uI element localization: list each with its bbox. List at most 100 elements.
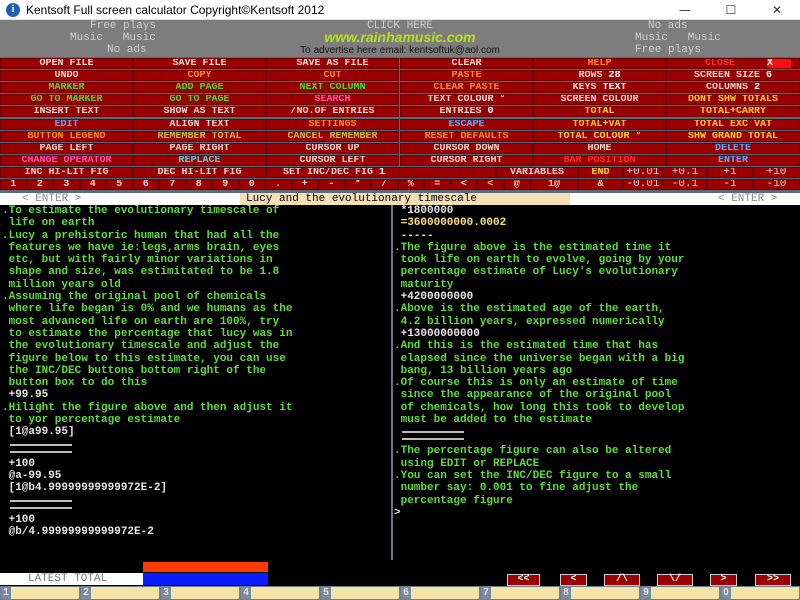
decrement-1-button[interactable]: -1 [707, 179, 753, 190]
number-entry[interactable]: @b/4.99999999999972E-2 [2, 526, 390, 538]
button-home[interactable]: HOME [533, 142, 666, 154]
button-total-exc-vat[interactable]: TOTAL EXC VAT [666, 118, 800, 130]
button-remember-total[interactable]: REMEMBER TOTAL [133, 130, 266, 142]
button-delete[interactable]: DELETE [666, 142, 800, 154]
page-tab-number[interactable]: 3 [161, 587, 171, 599]
page-tab-number[interactable]: 6 [401, 587, 411, 599]
increment-10-button[interactable]: +10 [753, 166, 800, 178]
button-help[interactable]: HELP [533, 58, 666, 69]
button-cursor-up[interactable]: CURSOR UP [266, 142, 399, 154]
button-show-as-text[interactable]: SHOW AS TEXT [133, 106, 266, 118]
button-columns[interactable]: COLUMNS 2 [666, 82, 800, 94]
key-equals[interactable]: = [424, 179, 451, 190]
button-next-column[interactable]: NEXT COLUMN [266, 82, 399, 94]
key-4[interactable]: 4 [79, 179, 106, 190]
advert-banner[interactable]: Free plays Music Music No ads CLICK HERE… [0, 20, 800, 57]
key-8[interactable]: 8 [185, 179, 212, 190]
button-clear-paste[interactable]: CLEAR PASTE [400, 82, 533, 94]
button-keys[interactable]: KEYS TEXT [533, 82, 666, 94]
button-escape[interactable]: ESCAPE [400, 118, 533, 130]
button-align-text[interactable]: ALIGN TEXT [133, 118, 266, 130]
decrement-10-button[interactable]: -10 [753, 179, 800, 190]
key-plus[interactable]: + [291, 179, 318, 190]
number-entry[interactable]: =3600000000.0002 [394, 217, 798, 229]
button-copy[interactable]: COPY [133, 70, 266, 82]
key-3[interactable]: 3 [53, 179, 80, 190]
number-entry[interactable]: [1@a99.95] [2, 426, 390, 438]
page-tab-2[interactable] [91, 587, 159, 599]
close-x-icon[interactable]: X [767, 59, 791, 68]
key-at[interactable]: @ [503, 179, 530, 190]
button-undo[interactable]: UNDO [0, 70, 133, 82]
page-tab-6[interactable] [411, 587, 479, 599]
button-rows[interactable]: ROWS 28 [533, 70, 666, 82]
button-cut[interactable]: CUT [266, 70, 399, 82]
enter-left-button[interactable]: < ENTER > [22, 193, 81, 205]
key-percent[interactable]: % [397, 179, 424, 190]
enter-right-button[interactable]: < ENTER > [718, 193, 777, 205]
button-marker[interactable]: MARKER [0, 82, 133, 94]
page-tab-1[interactable] [11, 587, 79, 599]
button-total-colour[interactable]: TOTAL COLOUR ° [533, 130, 666, 142]
number-entry[interactable]: ----- [394, 230, 798, 242]
button-reset-defaults[interactable]: RESET DEFAULTS [400, 130, 533, 142]
decrement-01-button[interactable]: -0.1 [663, 179, 707, 190]
page-tab-number[interactable]: 7 [481, 587, 491, 599]
key-decimal[interactable]: . [265, 179, 292, 190]
number-entry[interactable]: +99.95 [2, 389, 390, 401]
button-total[interactable]: TOTAL [533, 106, 666, 118]
page-tab-number[interactable]: 5 [321, 587, 331, 599]
key-divide[interactable]: / [371, 179, 398, 190]
button-total-carry[interactable]: TOTAL+CARRY [666, 106, 800, 118]
page-tab-5[interactable] [331, 587, 399, 599]
page-tab-number[interactable]: 9 [641, 587, 651, 599]
page-tab-8[interactable] [571, 587, 639, 599]
key-multiply[interactable]: * [344, 179, 371, 190]
number-entry[interactable]: @a-99.95 [2, 470, 390, 482]
key-1[interactable]: 1 [0, 179, 27, 190]
dec-hilit-fig-button[interactable]: DEC HI-LIT FIG [133, 166, 266, 178]
maximize-button[interactable]: ☐ [708, 0, 754, 20]
key-ampersand[interactable]: & [578, 179, 623, 190]
button-insert-text[interactable]: INSERT TEXT [0, 106, 133, 118]
number-entry[interactable]: *1800000 [394, 205, 798, 217]
button-search[interactable]: SEARCH [266, 94, 399, 106]
key-minus[interactable]: - [318, 179, 345, 190]
button-add-page[interactable]: ADD PAGE [133, 82, 266, 94]
next-page-button[interactable]: > [710, 574, 737, 586]
button-replace[interactable]: REPLACE [133, 154, 266, 166]
ad-url-link[interactable]: www.rainhamusic.com [250, 29, 550, 45]
key-less-than[interactable]: < [450, 179, 477, 190]
scroll-down-button[interactable]: \/ [657, 574, 693, 586]
button-save-file[interactable]: SAVE FILE [133, 58, 266, 69]
last-page-button[interactable]: >> [755, 574, 791, 586]
page-tab-7[interactable] [491, 587, 559, 599]
button-screen-size[interactable]: SCREEN SIZE 6 [666, 70, 800, 82]
button-text-colour[interactable]: TEXT COLOUR ° [400, 94, 533, 106]
right-column-pane[interactable]: *1800000 =3600000000.0002 ----- .The figu… [394, 205, 798, 560]
button-cancel-remember[interactable]: CANCEL REMEMBER [266, 130, 399, 142]
button-page-right[interactable]: PAGE RIGHT [133, 142, 266, 154]
button-close[interactable]: CLOSE X [666, 58, 800, 69]
minimize-button[interactable]: — [662, 0, 708, 20]
number-entry[interactable]: [1@b4.99999999999972E-2] [2, 482, 390, 494]
set-inc-dec-fig-button[interactable]: SET INC/DEC FIG 1 [266, 166, 496, 178]
button-enter[interactable]: ENTER [666, 154, 800, 166]
button-edit[interactable]: EDIT [0, 118, 133, 130]
page-tab-0[interactable] [731, 587, 799, 599]
button-clear[interactable]: CLEAR [400, 58, 533, 69]
button-settings[interactable]: SETTINGS [266, 118, 399, 130]
increment-001-button[interactable]: +0.01 [623, 166, 663, 178]
increment-01-button[interactable]: +0.1 [663, 166, 707, 178]
key-less-than-yellow[interactable]: < [477, 179, 504, 190]
key-2[interactable]: 2 [26, 179, 53, 190]
button-button-legend[interactable]: BUTTON LEGEND [0, 130, 133, 142]
number-entry[interactable]: +4200000000 [394, 291, 798, 303]
page-tab-3[interactable] [171, 587, 239, 599]
button-paste[interactable]: PASTE [400, 70, 533, 82]
button-entries[interactable]: ENTRIES 0 [400, 106, 533, 118]
page-tab-number[interactable]: 4 [241, 587, 251, 599]
key-1at[interactable]: 1@ [530, 179, 578, 190]
inc-hilit-fig-button[interactable]: INC HI-LIT FIG [0, 166, 133, 178]
button-no-of-entries[interactable]: /NO.OF ENTRIES [266, 106, 399, 118]
